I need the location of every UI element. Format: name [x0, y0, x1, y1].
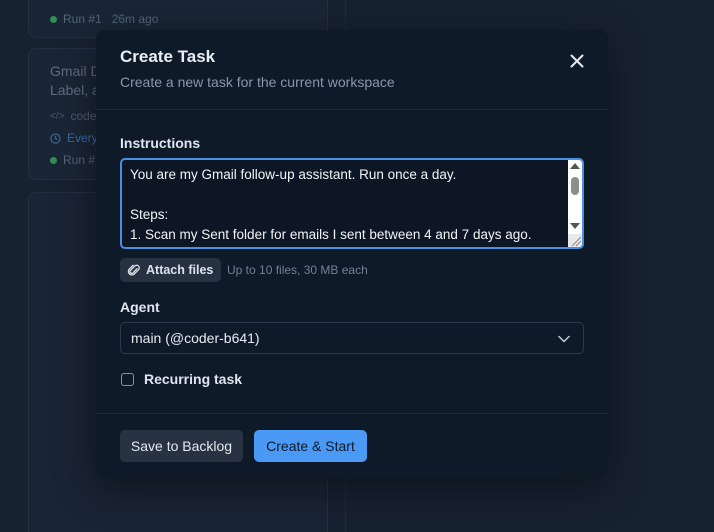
save-to-backlog-button[interactable]: Save to Backlog [120, 430, 243, 462]
agent-select-value: main (@coder-b641) [131, 330, 260, 346]
textarea-scrollbar[interactable] [568, 160, 582, 247]
close-button[interactable] [566, 50, 588, 72]
scroll-down-arrow-icon[interactable] [570, 223, 580, 229]
resize-handle-icon[interactable] [568, 234, 582, 247]
task-run-status: Run # [50, 153, 95, 167]
instructions-label: Instructions [120, 135, 201, 151]
scroll-thumb[interactable] [571, 177, 579, 195]
recurring-task-label[interactable]: Recurring task [144, 371, 242, 387]
dialog-footer: Save to Backlog Create & Start [96, 413, 608, 478]
attach-files-label: Attach files [146, 263, 214, 277]
task-run-status: Run #1 26m ago [50, 12, 158, 26]
instructions-text[interactable]: You are my Gmail follow-up assistant. Ru… [130, 165, 570, 247]
code-icon: </> [50, 110, 65, 122]
agent-label: Agent [120, 299, 160, 315]
close-icon [570, 54, 584, 68]
instructions-textarea[interactable]: You are my Gmail follow-up assistant. Ru… [120, 158, 584, 249]
create-task-dialog: Create Task Create a new task for the cu… [96, 30, 608, 478]
task-card-title: Gmail D Label, a [50, 63, 101, 98]
dialog-header: Create Task Create a new task for the cu… [96, 30, 608, 110]
status-dot-icon [50, 15, 57, 23]
status-dot-icon [50, 156, 57, 164]
chevron-down-icon [558, 335, 570, 343]
task-card-schedule: Every [50, 131, 98, 145]
paperclip-icon [127, 264, 140, 276]
recurring-task-checkbox[interactable] [121, 373, 134, 386]
create-and-start-button[interactable]: Create & Start [254, 430, 367, 462]
scroll-up-arrow-icon[interactable] [570, 163, 580, 169]
attach-files-hint: Up to 10 files, 30 MB each [227, 263, 368, 277]
dialog-title: Create Task [120, 47, 216, 66]
attach-files-button[interactable]: Attach files [120, 258, 222, 282]
dialog-subtitle: Create a new task for the current worksp… [120, 74, 395, 90]
task-card-agent: </> code [50, 109, 97, 123]
clock-icon [50, 132, 61, 144]
agent-select[interactable]: main (@coder-b641) [120, 322, 584, 354]
